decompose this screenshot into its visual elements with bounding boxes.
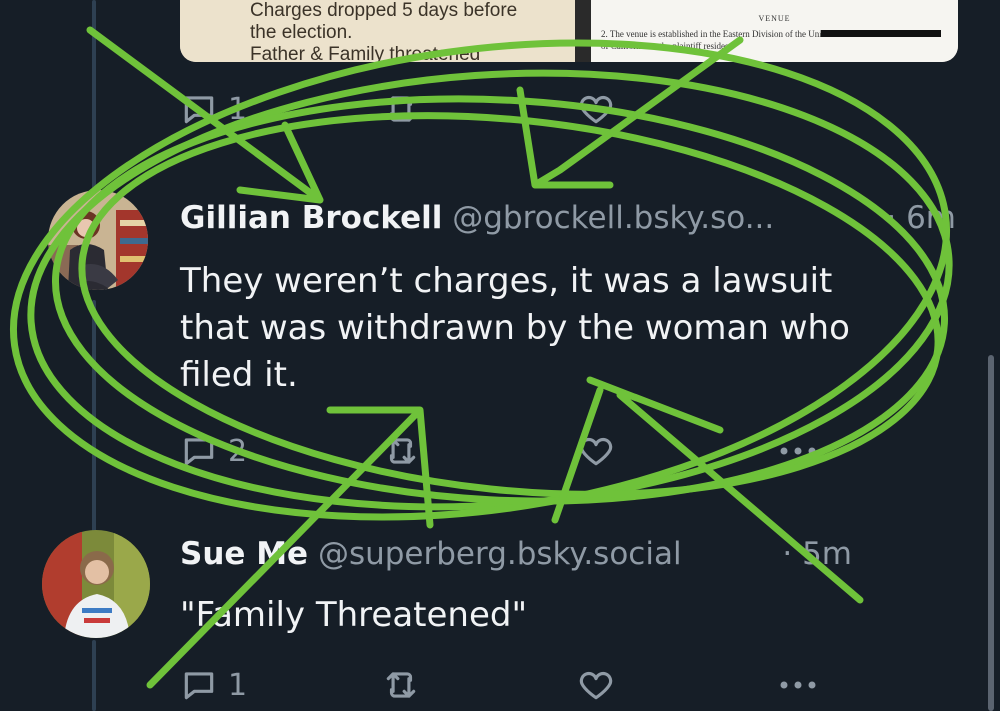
like-button[interactable] — [576, 432, 616, 470]
post-text: "Family Threatened" — [180, 595, 528, 635]
more-icon — [780, 681, 816, 689]
repost-icon — [386, 672, 416, 698]
attachment-document-panel: VENUE 2. The venue is established in the… — [591, 0, 958, 62]
document-line: of California as the plaintiff resides — [601, 41, 729, 51]
more-options-button[interactable] — [776, 666, 820, 704]
display-name[interactable]: Sue Me — [180, 536, 308, 572]
document-heading: VENUE — [758, 14, 791, 23]
repost-icon — [386, 438, 416, 464]
attached-image-card[interactable]: Charges dropped 5 days before the electi… — [180, 0, 958, 62]
like-icon — [579, 671, 613, 700]
attachment-divider — [575, 0, 591, 62]
more-options-button[interactable] — [776, 432, 820, 470]
redaction-bar — [821, 30, 941, 37]
reply-button[interactable]: 1 — [180, 666, 247, 704]
reply-count: 2 — [228, 433, 248, 469]
attachment-line: Father & Family threatened — [250, 44, 481, 62]
avatar[interactable] — [42, 530, 150, 638]
post-text: They weren’t charges, it was a lawsuit t… — [180, 261, 850, 395]
reply-count: 1 — [228, 91, 248, 127]
repost-button[interactable] — [382, 666, 420, 704]
repost-icon — [386, 96, 416, 122]
reply-button[interactable]: 1 — [180, 90, 247, 128]
thread-line — [92, 0, 96, 190]
attachment-line: Charges dropped 5 days before — [250, 0, 518, 21]
post-header: Gillian Brockell @gbrockell.bsky.so... — [180, 198, 850, 238]
avatar[interactable] — [48, 190, 148, 290]
user-handle[interactable]: @superberg.bsky.social — [318, 536, 682, 572]
reply-icon — [184, 96, 214, 124]
repost-button[interactable] — [382, 432, 420, 470]
reply-icon — [184, 672, 214, 700]
attachment-text-panel: Charges dropped 5 days before the electi… — [180, 0, 575, 62]
thread-line — [92, 640, 96, 711]
like-button[interactable] — [576, 666, 616, 704]
like-button[interactable] — [576, 90, 616, 128]
post-actions: 1 — [180, 666, 960, 706]
like-icon — [579, 437, 613, 466]
post-actions: 2 — [180, 432, 960, 472]
post-timestamp[interactable]: · 5m — [782, 534, 852, 574]
thread-line — [92, 300, 96, 535]
post-actions: 1 — [180, 90, 960, 130]
reply-button[interactable]: 2 — [180, 432, 247, 470]
scrollbar[interactable] — [988, 355, 994, 711]
attachment-line: the election. — [250, 22, 353, 43]
display-name[interactable]: Gillian Brockell — [180, 200, 442, 236]
user-handle[interactable]: @gbrockell.bsky.so... — [452, 200, 774, 236]
more-icon — [780, 447, 816, 455]
like-icon — [579, 95, 613, 124]
reply-icon — [184, 438, 214, 466]
reply-count: 1 — [228, 667, 248, 703]
repost-button[interactable] — [382, 90, 420, 128]
post-header: Sue Me @superberg.bsky.social — [180, 534, 850, 574]
post-timestamp[interactable]: · 6m — [886, 198, 956, 238]
